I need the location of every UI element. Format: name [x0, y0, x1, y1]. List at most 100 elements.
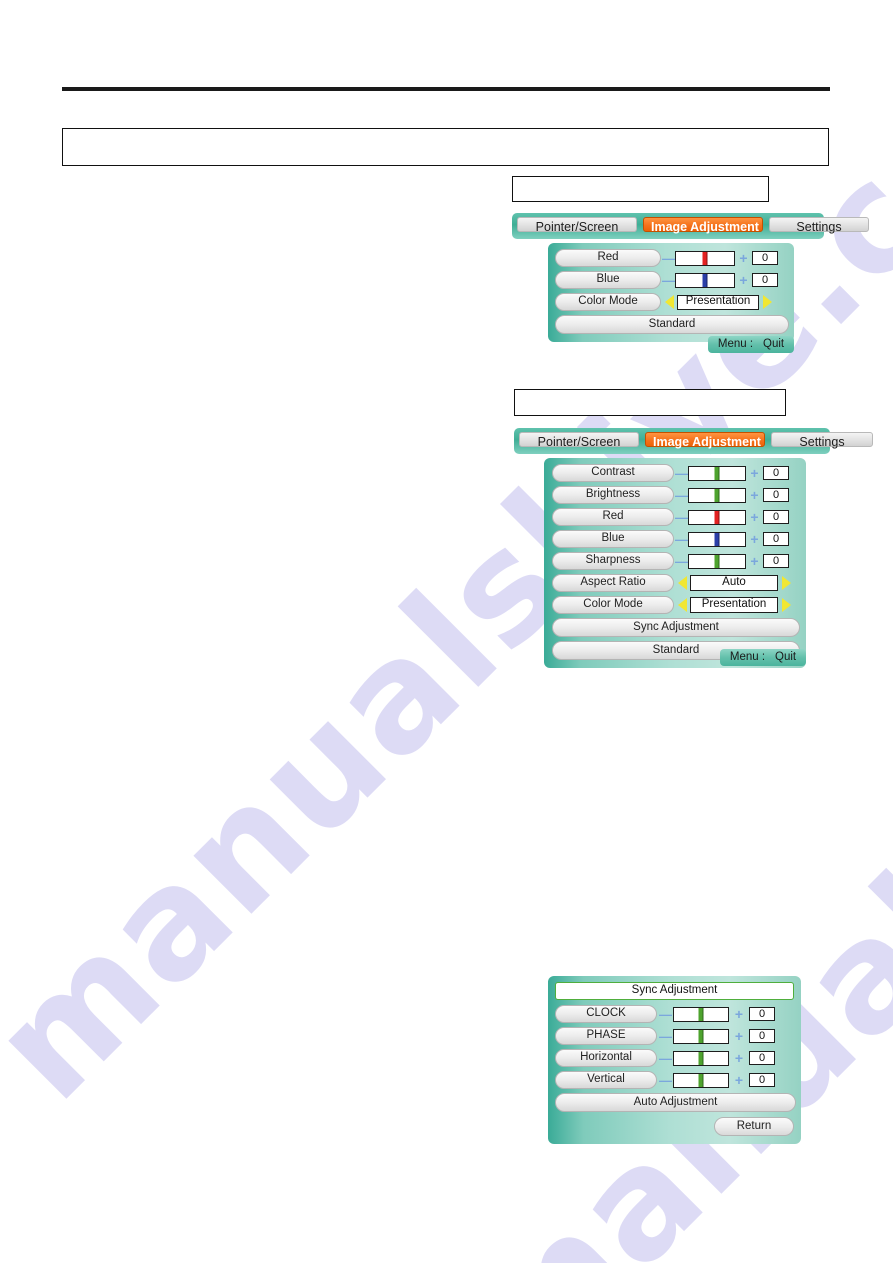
label-sharpness[interactable]: Sharpness	[552, 552, 674, 570]
minus-icon[interactable]: —	[661, 274, 675, 287]
slider-red[interactable]	[688, 509, 746, 525]
arrow-left-color-mode[interactable]	[661, 295, 677, 309]
label-color-mode[interactable]: Color Mode	[552, 596, 674, 614]
minus-icon[interactable]: —	[661, 252, 675, 265]
slider-thumb	[698, 1029, 704, 1043]
tab-settings[interactable]: Settings	[769, 217, 869, 233]
slider-thumb	[714, 466, 720, 480]
value-horizontal: 0	[749, 1051, 775, 1065]
chevron-right-icon	[781, 576, 791, 590]
standard-button[interactable]: Standard	[555, 315, 789, 334]
arrow-left-aspect-ratio[interactable]	[674, 576, 690, 590]
slider-red[interactable]	[675, 250, 735, 266]
tab-pointer-screen[interactable]: Pointer/Screen	[517, 217, 637, 233]
arrow-right-color-mode[interactable]	[759, 295, 775, 309]
label-color-mode[interactable]: Color Mode	[555, 293, 661, 311]
plus-icon[interactable]: +	[735, 273, 752, 287]
auto-adjustment-button[interactable]: Auto Adjustment	[555, 1093, 796, 1112]
slider-thumb	[714, 532, 720, 546]
plus-icon[interactable]: +	[729, 1073, 749, 1087]
slider-blue[interactable]	[688, 531, 746, 547]
plus-icon[interactable]: +	[735, 251, 752, 265]
plus-icon[interactable]: +	[746, 532, 763, 546]
minus-icon[interactable]: —	[674, 555, 688, 568]
minus-icon[interactable]: —	[674, 511, 688, 524]
value-red: 0	[752, 251, 778, 265]
row-contrast: Contrast — + 0	[552, 464, 798, 482]
slider-horizontal[interactable]	[673, 1050, 729, 1066]
select-color-mode[interactable]: Presentation	[690, 597, 778, 613]
slider-blue[interactable]	[675, 272, 735, 288]
tab-pointer-screen[interactable]: Pointer/Screen	[519, 432, 639, 448]
arrow-right-color-mode[interactable]	[778, 598, 794, 612]
sync-adjustment-title: Sync Adjustment	[555, 982, 794, 1000]
plus-icon[interactable]: +	[746, 554, 763, 568]
slider-vertical[interactable]	[673, 1072, 729, 1088]
minus-icon[interactable]: —	[674, 533, 688, 546]
plus-icon[interactable]: +	[729, 1029, 749, 1043]
row-color-mode: Color Mode Presentation	[552, 596, 798, 614]
label-red[interactable]: Red	[552, 508, 674, 526]
label-phase[interactable]: PHASE	[555, 1027, 657, 1045]
menu-label: Menu :	[729, 650, 766, 663]
minus-icon[interactable]: —	[657, 1030, 673, 1043]
arrow-right-aspect-ratio[interactable]	[778, 576, 794, 590]
plus-icon[interactable]: +	[729, 1051, 749, 1065]
osd-tab-bar: Pointer/Screen Image Adjustment Settings	[512, 213, 869, 239]
menu-quit-bar[interactable]: Menu : Quit	[708, 336, 794, 353]
slider-contrast[interactable]	[688, 465, 746, 481]
return-button[interactable]: Return	[714, 1117, 794, 1136]
value-vertical: 0	[749, 1073, 775, 1087]
slider-brightness[interactable]	[688, 487, 746, 503]
tab-settings[interactable]: Settings	[771, 432, 873, 448]
minus-icon[interactable]: —	[674, 467, 688, 480]
osd-tab-bar: Pointer/Screen Image Adjustment Settings	[514, 428, 873, 454]
slider-clock[interactable]	[673, 1006, 729, 1022]
label-blue[interactable]: Blue	[555, 271, 661, 289]
select-color-mode[interactable]: Presentation	[677, 294, 759, 310]
label-red[interactable]: Red	[555, 249, 661, 267]
plus-icon[interactable]: +	[746, 488, 763, 502]
header-rule	[62, 87, 830, 91]
label-brightness[interactable]: Brightness	[552, 486, 674, 504]
slider-thumb	[702, 251, 708, 265]
row-phase: PHASE — + 0	[555, 1027, 794, 1045]
osd-computer-image-adjustment: Pointer/Screen Image Adjustment Settings…	[514, 428, 873, 668]
row-aspect-ratio: Aspect Ratio Auto	[552, 574, 798, 592]
slider-thumb	[698, 1073, 704, 1087]
slider-thumb	[698, 1007, 704, 1021]
menu-quit-bar[interactable]: Menu : Quit	[720, 649, 806, 666]
computer-adjustment-panel: Contrast — + 0 Brightness — + 0 Red — +	[544, 458, 806, 668]
sync-adjustment-button[interactable]: Sync Adjustment	[552, 618, 800, 637]
minus-icon[interactable]: —	[657, 1052, 673, 1065]
value-red: 0	[763, 510, 789, 524]
chevron-left-icon	[677, 576, 687, 590]
plus-icon[interactable]: +	[746, 466, 763, 480]
tab-image-adjustment[interactable]: Image Adjustment	[645, 432, 765, 448]
row-color-mode: Color Mode Presentation	[555, 293, 787, 311]
row-vertical: Vertical — + 0	[555, 1071, 794, 1089]
label-blue[interactable]: Blue	[552, 530, 674, 548]
value-brightness: 0	[763, 488, 789, 502]
row-blue: Blue — + 0	[552, 530, 798, 548]
osd-video-image-adjustment: Pointer/Screen Image Adjustment Settings…	[512, 213, 869, 353]
label-horizontal[interactable]: Horizontal	[555, 1049, 657, 1067]
note-box	[62, 128, 829, 166]
label-contrast[interactable]: Contrast	[552, 464, 674, 482]
label-vertical[interactable]: Vertical	[555, 1071, 657, 1089]
minus-icon[interactable]: —	[674, 489, 688, 502]
slider-phase[interactable]	[673, 1028, 729, 1044]
select-aspect-ratio[interactable]: Auto	[690, 575, 778, 591]
slider-sharpness[interactable]	[688, 553, 746, 569]
slider-thumb	[702, 273, 708, 287]
chevron-left-icon	[677, 598, 687, 612]
slider-thumb	[714, 554, 720, 568]
plus-icon[interactable]: +	[729, 1007, 749, 1021]
minus-icon[interactable]: —	[657, 1074, 673, 1087]
minus-icon[interactable]: —	[657, 1008, 673, 1021]
label-clock[interactable]: CLOCK	[555, 1005, 657, 1023]
plus-icon[interactable]: +	[746, 510, 763, 524]
arrow-left-color-mode[interactable]	[674, 598, 690, 612]
tab-image-adjustment[interactable]: Image Adjustment	[643, 217, 763, 233]
label-aspect-ratio[interactable]: Aspect Ratio	[552, 574, 674, 592]
